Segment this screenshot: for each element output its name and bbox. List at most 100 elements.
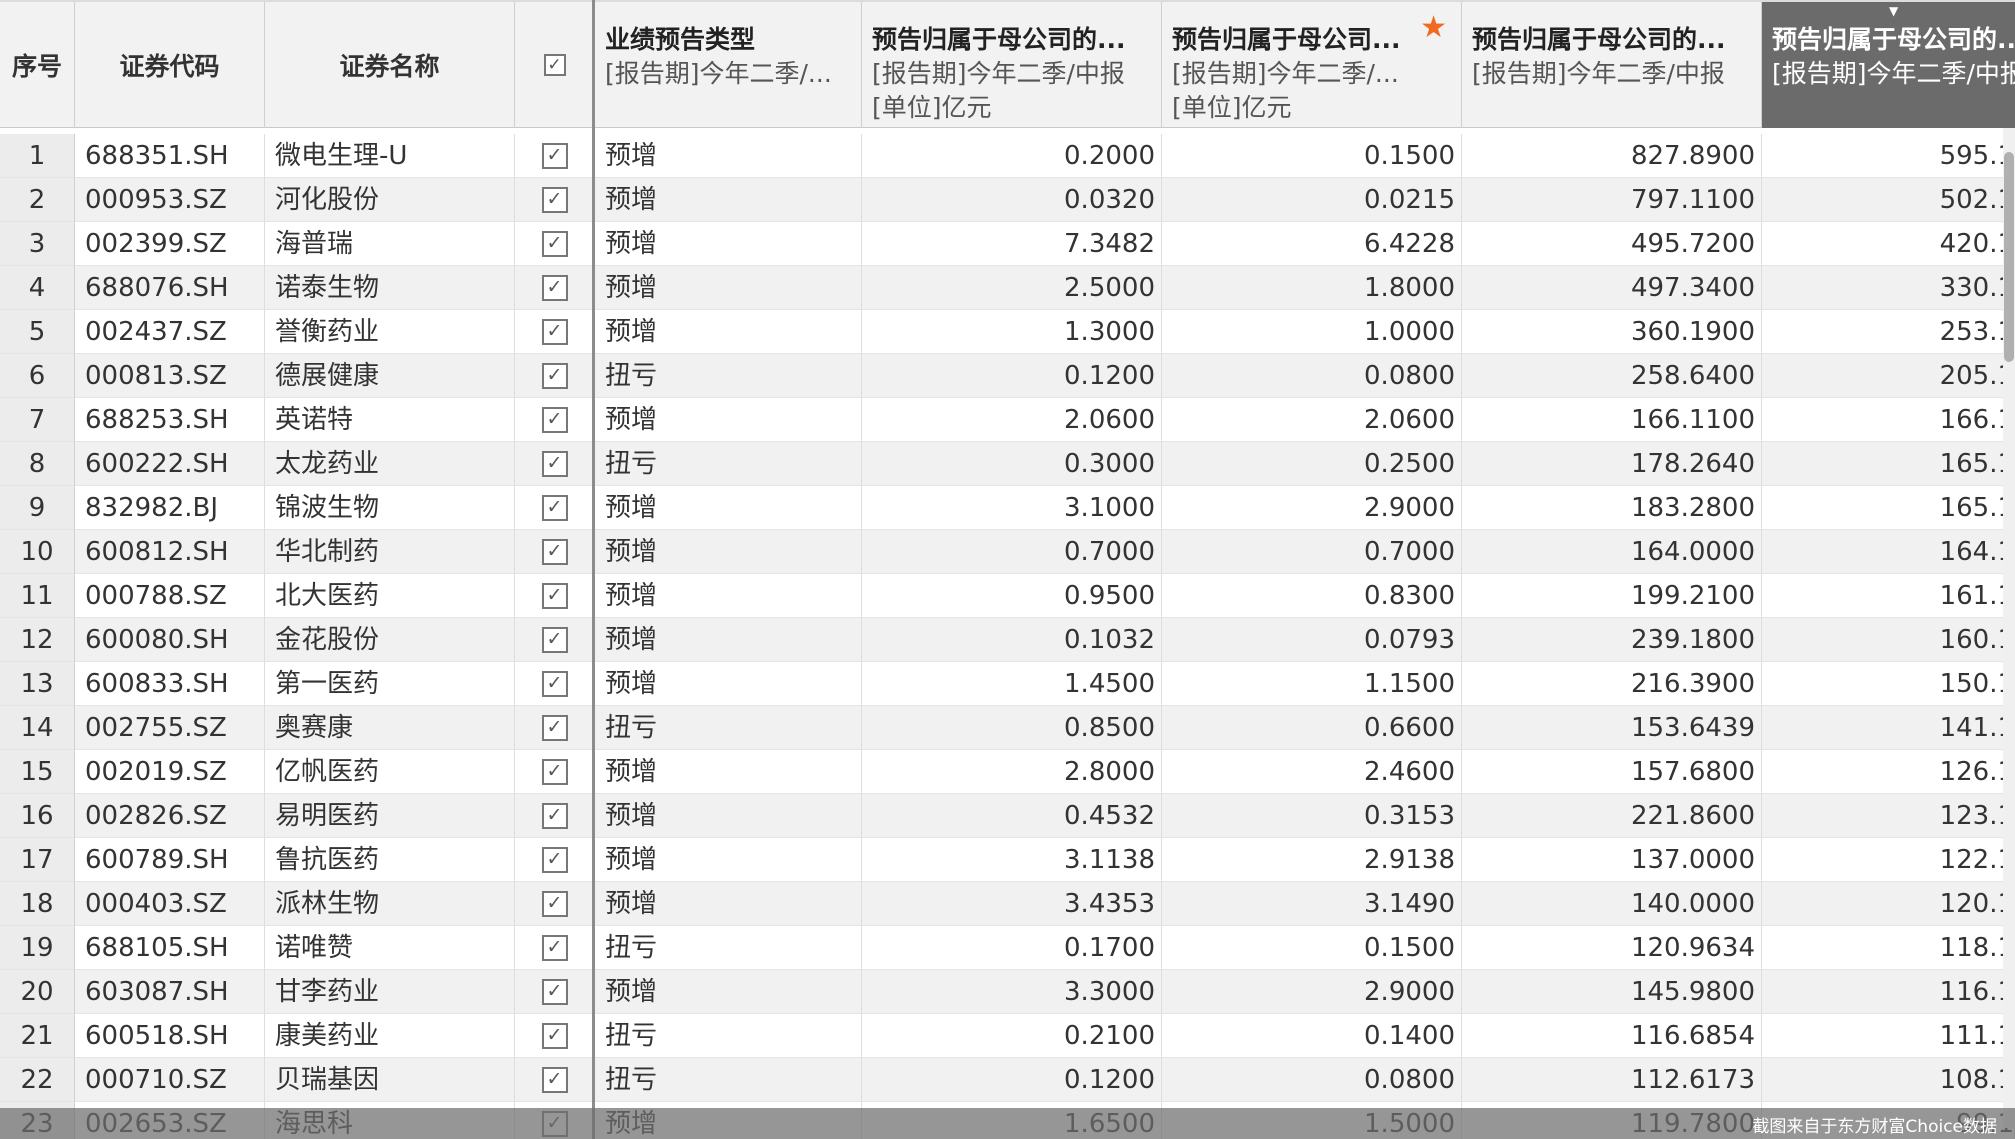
security-name[interactable]: 太龙药业 <box>265 442 515 486</box>
profit-lower-value[interactable]: 2.9000 <box>1162 970 1462 1014</box>
header-forecast-type[interactable]: 业绩预告类型 [报告期]今年二季/... <box>595 2 862 128</box>
security-name[interactable]: 金花股份 <box>265 618 515 662</box>
profit-upper-value[interactable]: 0.1700 <box>862 926 1162 970</box>
forecast-type[interactable]: 预增 <box>595 838 862 882</box>
growth-lower-value[interactable]: 165.1 <box>1762 486 2015 530</box>
security-code[interactable]: 002826.SZ <box>75 794 265 838</box>
row-checkbox[interactable]: ✓ <box>541 1066 568 1093</box>
security-code[interactable]: 688076.SH <box>75 266 265 310</box>
profit-lower-value[interactable]: 2.4600 <box>1162 750 1462 794</box>
row-index[interactable]: 21 <box>0 1014 75 1058</box>
growth-upper-value[interactable]: 153.6439 <box>1462 706 1762 750</box>
profit-upper-value[interactable]: 3.1138 <box>862 838 1162 882</box>
row-index[interactable]: 4 <box>0 266 75 310</box>
table-row[interactable]: 16 002826.SZ 易明医药 ✓ 预增 0.4532 0.3153 221.8600 12… <box>0 794 2015 838</box>
row-checkbox[interactable]: ✓ <box>541 670 568 697</box>
row-index[interactable]: 11 <box>0 574 75 618</box>
table-row[interactable]: 8 600222.SH 太龙药业 ✓ 扭亏 0.3000 0.2500 178.2640 165… <box>0 442 2015 486</box>
row-index[interactable]: 19 <box>0 926 75 970</box>
row-index[interactable]: 12 <box>0 618 75 662</box>
security-name[interactable]: 德展健康 <box>265 354 515 398</box>
row-checkbox[interactable]: ✓ <box>541 494 568 521</box>
profit-upper-value[interactable]: 1.3000 <box>862 310 1162 354</box>
row-checkbox[interactable]: ✓ <box>541 450 568 477</box>
table-row[interactable]: 5 002437.SZ 誉衡药业 ✓ 预增 1.3000 1.0000 360.1900 253… <box>0 310 2015 354</box>
security-name[interactable]: 微电生理-U <box>265 134 515 178</box>
security-code[interactable]: 002437.SZ <box>75 310 265 354</box>
profit-upper-value[interactable]: 0.1032 <box>862 618 1162 662</box>
forecast-type[interactable]: 预增 <box>595 134 862 178</box>
security-code[interactable]: 002399.SZ <box>75 222 265 266</box>
scrollbar-thumb[interactable] <box>2004 152 2014 362</box>
row-checkbox[interactable]: ✓ <box>541 538 568 565</box>
profit-lower-value[interactable]: 0.3153 <box>1162 794 1462 838</box>
security-name[interactable]: 河化股份 <box>265 178 515 222</box>
forecast-type[interactable]: 预增 <box>595 618 862 662</box>
row-index[interactable]: 13 <box>0 662 75 706</box>
table-row[interactable]: 18 000403.SZ 派林生物 ✓ 预增 3.4353 3.1490 140.0000 12… <box>0 882 2015 926</box>
security-name[interactable]: 诺唯赞 <box>265 926 515 970</box>
profit-upper-value[interactable]: 0.1200 <box>862 354 1162 398</box>
row-index[interactable]: 2 <box>0 178 75 222</box>
security-code[interactable]: 600518.SH <box>75 1014 265 1058</box>
profit-lower-value[interactable]: 1.8000 <box>1162 266 1462 310</box>
growth-lower-value[interactable]: 123.1 <box>1762 794 2015 838</box>
profit-upper-value[interactable]: 3.4353 <box>862 882 1162 926</box>
growth-lower-value[interactable]: 126.1 <box>1762 750 2015 794</box>
growth-upper-value[interactable]: 164.0000 <box>1462 530 1762 574</box>
table-row[interactable]: 4 688076.SH 诺泰生物 ✓ 预增 2.5000 1.8000 497.3400 330… <box>0 266 2015 310</box>
security-name[interactable]: 贝瑞基因 <box>265 1058 515 1102</box>
security-code[interactable]: 600833.SH <box>75 662 265 706</box>
growth-lower-value[interactable]: 111.1 <box>1762 1014 2015 1058</box>
security-code[interactable]: 600812.SH <box>75 530 265 574</box>
forecast-type[interactable]: 预增 <box>595 530 862 574</box>
growth-upper-value[interactable]: 112.6173 <box>1462 1058 1762 1102</box>
growth-upper-value[interactable]: 221.8600 <box>1462 794 1762 838</box>
profit-upper-value[interactable]: 2.0600 <box>862 398 1162 442</box>
security-name[interactable]: 派林生物 <box>265 882 515 926</box>
security-code[interactable]: 000788.SZ <box>75 574 265 618</box>
row-checkbox[interactable]: ✓ <box>541 318 568 345</box>
profit-lower-value[interactable]: 0.7000 <box>1162 530 1462 574</box>
growth-upper-value[interactable]: 137.0000 <box>1462 838 1762 882</box>
forecast-type[interactable]: 预增 <box>595 794 862 838</box>
header-growth-lower[interactable]: ▼ 预告归属于母公司的... [报告期]今年二季/中报 <box>1762 2 2015 128</box>
security-name[interactable]: 甘李药业 <box>265 970 515 1014</box>
security-code[interactable]: 688253.SH <box>75 398 265 442</box>
forecast-type[interactable]: 预增 <box>595 574 862 618</box>
growth-lower-value[interactable]: 116.1 <box>1762 970 2015 1014</box>
security-name[interactable]: 海普瑞 <box>265 222 515 266</box>
forecast-type[interactable]: 扭亏 <box>595 354 862 398</box>
growth-lower-value[interactable]: 122.1 <box>1762 838 2015 882</box>
growth-upper-value[interactable]: 797.1100 <box>1462 178 1762 222</box>
forecast-type[interactable]: 预增 <box>595 310 862 354</box>
profit-lower-value[interactable]: 1.0000 <box>1162 310 1462 354</box>
security-name[interactable]: 北大医药 <box>265 574 515 618</box>
table-row[interactable]: 14 002755.SZ 奥赛康 ✓ 扭亏 0.8500 0.6600 153.6439 141… <box>0 706 2015 750</box>
row-checkbox[interactable]: ✓ <box>541 714 568 741</box>
profit-lower-value[interactable]: 0.0793 <box>1162 618 1462 662</box>
profit-lower-value[interactable]: 1.1500 <box>1162 662 1462 706</box>
security-code[interactable]: 688105.SH <box>75 926 265 970</box>
growth-upper-value[interactable]: 157.6800 <box>1462 750 1762 794</box>
star-icon[interactable]: ★ <box>1420 10 1447 45</box>
growth-lower-value[interactable]: 166.1 <box>1762 398 2015 442</box>
growth-upper-value[interactable]: 178.2640 <box>1462 442 1762 486</box>
profit-lower-value[interactable]: 0.0800 <box>1162 1058 1462 1102</box>
table-row[interactable]: 21 600518.SH 康美药业 ✓ 扭亏 0.2100 0.1400 116.6854 11… <box>0 1014 2015 1058</box>
forecast-type[interactable]: 预增 <box>595 882 862 926</box>
profit-lower-value[interactable]: 2.0600 <box>1162 398 1462 442</box>
table-row[interactable]: 2 000953.SZ 河化股份 ✓ 预增 0.0320 0.0215 797.1100 502… <box>0 178 2015 222</box>
row-index[interactable]: 16 <box>0 794 75 838</box>
growth-lower-value[interactable]: 595.1 <box>1762 134 2015 178</box>
row-checkbox[interactable]: ✓ <box>541 626 568 653</box>
forecast-type[interactable]: 预增 <box>595 222 862 266</box>
table-row[interactable]: 9 832982.BJ 锦波生物 ✓ 预增 3.1000 2.9000 183.2800 165… <box>0 486 2015 530</box>
table-row[interactable]: 6 000813.SZ 德展健康 ✓ 扭亏 0.1200 0.0800 258.6400 205… <box>0 354 2015 398</box>
forecast-type[interactable]: 预增 <box>595 970 862 1014</box>
row-checkbox[interactable]: ✓ <box>541 230 568 257</box>
security-code[interactable]: 600080.SH <box>75 618 265 662</box>
row-checkbox[interactable]: ✓ <box>541 1022 568 1049</box>
row-checkbox[interactable]: ✓ <box>541 406 568 433</box>
growth-upper-value[interactable]: 216.3900 <box>1462 662 1762 706</box>
